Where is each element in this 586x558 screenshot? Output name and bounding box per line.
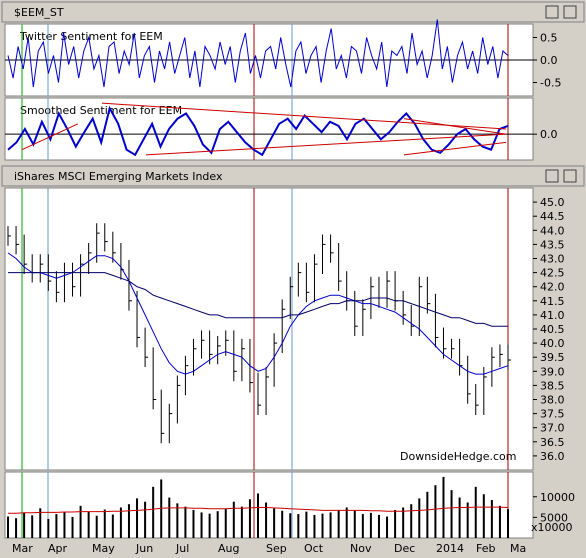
price-y-tick-label-0: 45.0 [540,196,565,209]
panel-price-title: iShares MSCI Emerging Markets Index [14,170,223,183]
price-y-tick-label-12: 39.0 [540,365,565,378]
price-y-tick-label-5: 42.5 [540,267,565,280]
price-y-tick-label-3: 43.5 [540,238,565,251]
price-y-tick-label-17: 36.5 [540,436,565,449]
price-y-tick-label-11: 39.5 [540,351,565,364]
x-tick-label-7: Oct [304,542,324,555]
price-y-tick-label-7: 41.5 [540,295,565,308]
x-tick-label-9: Dec [394,542,415,555]
x-tick-label-4: Jul [175,542,189,555]
x-tick-label-8: Nov [350,542,372,555]
x-tick-label-6: Sep [266,542,287,555]
price-y-tick-label-15: 37.5 [540,408,565,421]
close-button[interactable] [563,5,577,19]
x-tick-label-10: 2014 [436,542,464,555]
chart-window: $EEM_ST Twitter Sentiment for EEM Smooth… [1,1,585,555]
price-y-tick-label-18: 36.0 [540,450,565,463]
panel-price-plot [4,187,534,471]
x-tick-label-11: Feb [476,542,495,555]
price-y-tick-label-10: 40.0 [540,337,565,350]
minimize-button-2[interactable] [545,169,559,183]
price-y-tick-label-2: 44.0 [540,224,565,237]
x-tick-label-0: Mar [12,542,33,555]
price-y-tick-label-13: 38.5 [540,379,565,392]
twitter-y-tick-label-2: -0.5 [540,77,561,90]
panel-twitter-title: Twitter Sentiment for EEM [19,30,163,43]
price-y-tick-label-4: 43.0 [540,253,565,266]
x-tick-label-1: Apr [48,542,68,555]
panel-volume-plot [4,471,534,539]
price-y-tick-label-9: 40.5 [540,323,565,336]
price-y-tick-label-6: 42.0 [540,281,565,294]
panel-twitter-header [1,1,585,23]
watermark: DownsideHedge.com [400,450,516,463]
panel-smoothed-title: Smoothed Sentiment for EEM [20,104,182,117]
price-y-tick-label-14: 38.0 [540,394,565,407]
minimize-button[interactable] [545,5,559,19]
smoothed-y-tick-label-0: 0.0 [540,128,558,141]
volume-y-tick-label-0: 10000 [540,491,575,504]
x-tick-label-12: Ma [510,542,526,555]
x-tick-label-3: Jun [135,542,153,555]
price-y-tick-label-8: 41.0 [540,309,565,322]
twitter-y-tick-label-0: 0.5 [540,32,558,45]
volume-y-tick-label-1: 5000 [540,511,568,524]
x-tick-label-5: Aug [218,542,239,555]
close-button-2[interactable] [563,169,577,183]
price-y-tick-label-1: 44.5 [540,210,565,223]
price-y-tick-label-16: 37.0 [540,422,565,435]
x-tick-label-2: May [92,542,115,555]
window-title: $EEM_ST [14,6,64,19]
twitter-y-tick-label-1: 0.0 [540,54,558,67]
